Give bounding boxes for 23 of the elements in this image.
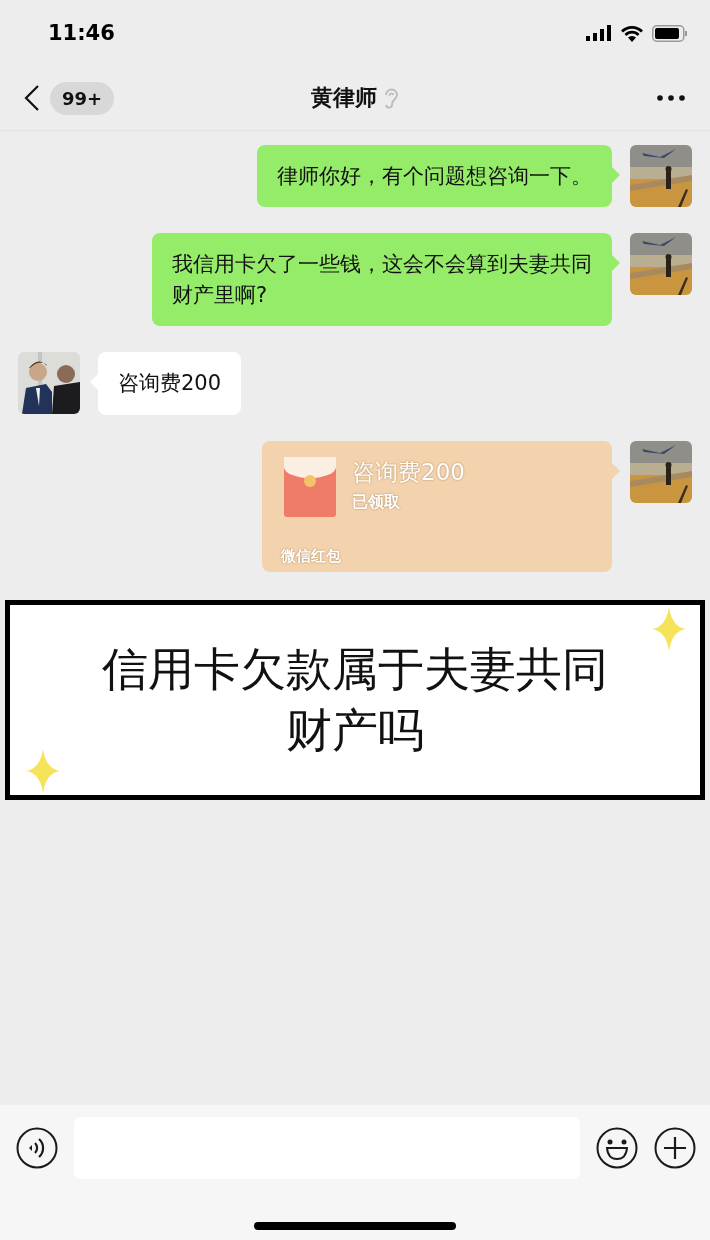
unread-count: 99+ xyxy=(50,81,115,115)
more-icon[interactable] xyxy=(656,94,686,102)
status-time: 11:46 xyxy=(48,21,115,45)
packet-label: 微信红包 xyxy=(281,546,341,566)
back-icon[interactable] xyxy=(24,84,40,112)
packet-status: 已领取 xyxy=(352,491,401,513)
message-bubble: 咨询费200 xyxy=(98,352,242,415)
bubble-tail xyxy=(612,462,620,479)
message-bubble: 律师你好，有个问题想咨询一下。 xyxy=(257,145,612,208)
signal-icon xyxy=(586,25,612,41)
bubble-tail xyxy=(612,255,620,272)
envelope-icon xyxy=(284,456,336,517)
caption-text: 信用卡欠款属于夫妻共同财产吗 xyxy=(101,641,609,759)
voice-icon[interactable] xyxy=(16,1127,58,1169)
emoji-icon[interactable] xyxy=(596,1127,638,1169)
bubble-tail xyxy=(612,167,620,183)
add-icon[interactable] xyxy=(654,1127,696,1169)
money-packet-card[interactable]: 咨询费200 已领取 微信红包 xyxy=(262,440,612,572)
wifi-icon xyxy=(620,24,644,42)
chat-title: 黄律师 xyxy=(311,84,377,112)
message-bubble: 我信用卡欠了一些钱，这会不会算到夫妻共同财产里啊? xyxy=(152,233,612,327)
battery-icon xyxy=(652,24,688,42)
packet-title: 咨询费200 xyxy=(352,457,465,487)
